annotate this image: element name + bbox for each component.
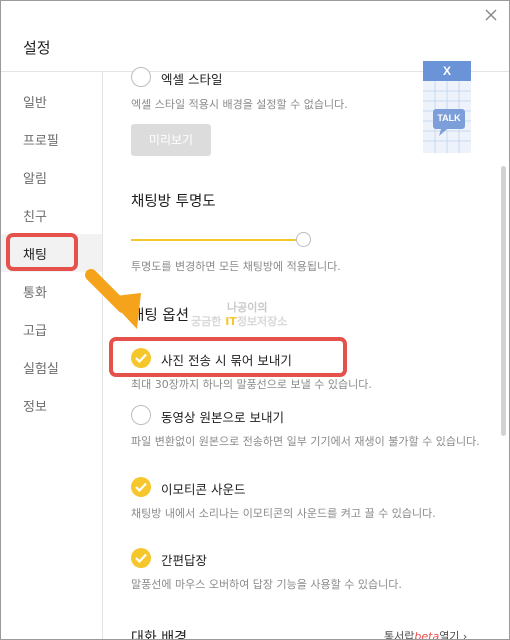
sidebar-item-info[interactable]: 정보	[23, 396, 47, 415]
sidebar-item-general[interactable]: 일반	[23, 92, 47, 111]
excel-thumbnail-talk: TALK	[437, 113, 461, 123]
sidebar-item-labs[interactable]: 실험실	[23, 358, 59, 377]
send-photos-bundled-description: 최대 30장까지 하나의 말풍선으로 보낼 수 있습니다.	[131, 378, 372, 391]
excel-style-radio[interactable]	[131, 67, 151, 87]
quick-reply-checkbox[interactable]	[131, 548, 151, 568]
sidebar-chat-annotation-box	[6, 233, 78, 271]
excel-style-label: 엑셀 스타일	[161, 72, 223, 87]
sidebar-item-friends[interactable]: 친구	[23, 206, 47, 225]
emoticon-sound-label: 이모티콘 사운드	[161, 482, 246, 497]
transparency-slider-handle[interactable]	[296, 232, 311, 247]
send-photos-annotation-box	[109, 337, 347, 377]
excel-style-description: 엑셀 스타일 적용시 배경을 설정할 수 없습니다.	[131, 98, 348, 111]
transparency-title: 채팅방 투명도	[131, 194, 216, 210]
send-original-video-label: 동영상 원본으로 보내기	[161, 410, 284, 425]
quick-reply-description: 말풍선에 마우스 오버하여 답장 기능을 사용할 수 있습니다.	[131, 578, 402, 591]
sidebar-item-profile[interactable]: 프로필	[23, 130, 59, 149]
excel-theme-thumbnail: X TALK	[423, 61, 471, 153]
send-original-video-checkbox[interactable]	[131, 405, 151, 425]
sidebar-item-notifications[interactable]: 알림	[23, 168, 47, 187]
annotation-arrow-icon	[85, 269, 141, 329]
transparency-slider-track[interactable]	[131, 239, 303, 241]
quick-reply-label: 간편답장	[161, 553, 208, 568]
emoticon-sound-checkbox[interactable]	[131, 477, 151, 497]
emoticon-sound-description: 채팅방 내에서 소리나는 이모티콘의 사운드를 켜고 끌 수 있습니다.	[131, 507, 436, 520]
content-scrollbar[interactable]	[501, 166, 506, 436]
settings-sidebar: 일반 프로필 알림 친구 채팅 통화 고급 실험실 정보	[1, 72, 103, 639]
watermark-line2: 궁금한 IT정보저장소	[191, 315, 288, 328]
theme-drawer-link[interactable]: 통서랍beta열기 ›	[384, 628, 467, 639]
watermark-line1: 나공이의	[227, 301, 268, 314]
window-title: 설정	[23, 39, 51, 57]
sidebar-item-advanced[interactable]: 고급	[23, 320, 47, 339]
preview-button[interactable]: 미리보기	[131, 124, 211, 156]
chat-background-title: 대화 배경	[131, 630, 187, 640]
sidebar-item-call[interactable]: 통화	[23, 282, 47, 301]
send-original-video-description: 파일 변환없이 원본으로 전송하면 일부 기기에서 재생이 불가할 수 있습니다…	[131, 435, 480, 448]
excel-thumbnail-mark: X	[442, 64, 451, 78]
close-icon[interactable]	[483, 7, 499, 23]
settings-window: 설정 일반 프로필 알림 친구 채팅 통화 고급 실험실 정보 엑셀 스타일 엑…	[0, 0, 510, 640]
watermark: 나공이의 궁금한 IT정보저장소	[191, 301, 287, 329]
